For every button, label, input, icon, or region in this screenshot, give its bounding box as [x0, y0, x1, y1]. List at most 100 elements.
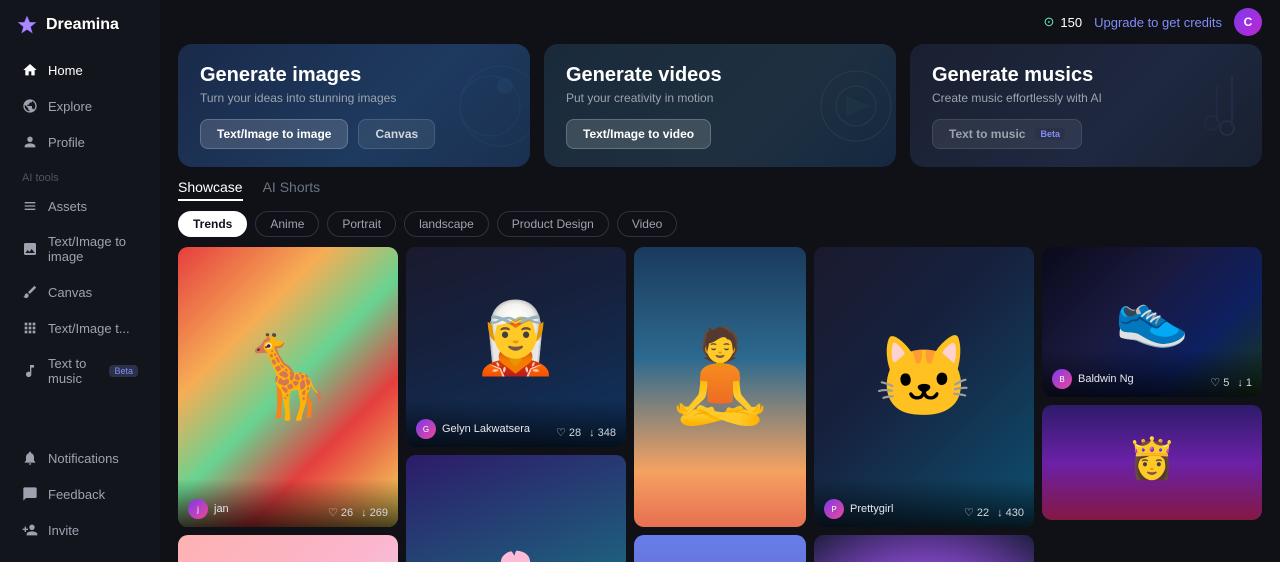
gallery-item-fairy[interactable]: G Gelyn Lakwatsera ♡ 28 ↓ 348: [406, 247, 626, 447]
shoe-likes-count: 5: [1223, 377, 1229, 389]
sidebar-label-canvas: Canvas: [48, 285, 92, 300]
cat-overlay: P Prettygirl ♡ 22 ↓ 430: [814, 479, 1034, 527]
shoe-overlay: B Baldwin Ng ♡ 5 ↓ 1: [1042, 349, 1262, 397]
cat-downloads-count: 430: [1006, 507, 1024, 519]
cat-user: P Prettygirl: [824, 499, 893, 519]
sidebar-label-text-image2: Text/Image t...: [48, 321, 130, 336]
text-to-music-label: Text to music: [949, 127, 1025, 141]
fairy-downloads-count: 348: [598, 427, 616, 439]
cat-username: Prettygirl: [850, 503, 893, 515]
gallery-item-woman[interactable]: [634, 247, 806, 527]
fairy-avatar: G: [416, 419, 436, 439]
cat-avatar: P: [824, 499, 844, 519]
chip-landscape[interactable]: landscape: [404, 211, 489, 237]
cat2-image: [814, 535, 1034, 562]
gallery-item-shoe[interactable]: B Baldwin Ng ♡ 5 ↓ 1: [1042, 247, 1262, 397]
chip-trends[interactable]: Trends: [178, 211, 247, 237]
logo: Dreamina: [0, 14, 160, 52]
princess-image: [1042, 405, 1262, 520]
shoe-stats: ♡ 5 ↓ 1: [1210, 376, 1252, 389]
cat-likes: ♡ 22: [964, 506, 989, 519]
cat-stats: ♡ 22 ↓ 430: [964, 506, 1024, 519]
text-image2-icon: [22, 320, 38, 336]
chip-product-design[interactable]: Product Design: [497, 211, 609, 237]
credits-value: 150: [1060, 15, 1082, 30]
gallery-item-giraffe[interactable]: j jan ♡ 26 ↓ 269: [178, 247, 398, 527]
hero-bg-musics: [1142, 44, 1262, 167]
sidebar-item-assets[interactable]: Assets: [6, 189, 154, 223]
gallery-item-cat[interactable]: P Prettygirl ♡ 22 ↓ 430: [814, 247, 1034, 527]
shoe-likes: ♡ 5: [1210, 376, 1229, 389]
gallery: j jan ♡ 26 ↓ 269: [160, 247, 1280, 562]
chip-portrait[interactable]: Portrait: [327, 211, 396, 237]
sidebar-label-assets: Assets: [48, 199, 87, 214]
chip-video[interactable]: Video: [617, 211, 677, 237]
sidebar-item-explore[interactable]: Explore: [6, 89, 154, 123]
music-beta-badge: Beta: [1035, 128, 1065, 140]
gallery-col-5: B Baldwin Ng ♡ 5 ↓ 1: [1042, 247, 1262, 562]
sidebar: Dreamina Home Explore Profile AI tools: [0, 0, 160, 562]
tools-nav: Assets Text/Image to image Canvas Text/I…: [0, 188, 160, 396]
tabs-row: Showcase AI Shorts: [160, 179, 1280, 211]
text-image-to-image-button[interactable]: Text/Image to image: [200, 119, 348, 149]
credits-display: ⊙ 150: [1043, 14, 1082, 30]
shoe-avatar: B: [1052, 369, 1072, 389]
giraffe-overlay: j jan ♡ 26 ↓ 269: [178, 479, 398, 527]
bell-icon: [22, 450, 38, 466]
app-name: Dreamina: [46, 16, 119, 34]
avatar[interactable]: C: [1234, 8, 1262, 36]
sidebar-item-feedback[interactable]: Feedback: [6, 477, 154, 511]
sidebar-bottom: Notifications Feedback Invite: [0, 440, 160, 548]
sidebar-label-explore: Explore: [48, 99, 92, 114]
sidebar-item-home[interactable]: Home: [6, 53, 154, 87]
music-icon: [22, 363, 38, 379]
text-image-icon: [22, 241, 38, 257]
gallery-item-woman2[interactable]: [634, 535, 806, 562]
tab-showcase[interactable]: Showcase: [178, 179, 243, 201]
text-to-music-button[interactable]: Text to music Beta: [932, 119, 1082, 149]
sidebar-item-text-image[interactable]: Text/Image to image: [6, 225, 154, 273]
invite-icon: [22, 522, 38, 538]
heart-icon3: ♡: [964, 506, 974, 519]
giraffe-stats: ♡ 26 ↓ 269: [328, 506, 388, 519]
giraffe-likes-count: 26: [341, 507, 353, 519]
woman2-image: [634, 535, 806, 562]
gallery-item-princess[interactable]: [1042, 405, 1262, 520]
filter-row: Trends Anime Portrait landscape Product …: [160, 211, 1280, 247]
home-icon: [22, 62, 38, 78]
explore-icon: [22, 98, 38, 114]
sidebar-item-canvas[interactable]: Canvas: [6, 275, 154, 309]
main-content: ⊙ 150 Upgrade to get credits C Generate …: [160, 0, 1280, 562]
tab-ai-shorts[interactable]: AI Shorts: [263, 179, 321, 201]
hero-bg-videos: [776, 44, 896, 167]
sidebar-item-text-image2[interactable]: Text/Image t...: [6, 311, 154, 345]
chip-anime[interactable]: Anime: [255, 211, 319, 237]
gallery-item-cat2[interactable]: [814, 535, 1034, 562]
woman-image: [634, 247, 806, 527]
gallery-item-fairy2[interactable]: [406, 455, 626, 562]
sidebar-label-profile: Profile: [48, 135, 85, 150]
gallery-col-2: G Gelyn Lakwatsera ♡ 28 ↓ 348: [406, 247, 626, 562]
sidebar-item-text-music[interactable]: Text to music Beta: [6, 347, 154, 395]
giraffe2-image: [178, 535, 398, 562]
topbar: ⊙ 150 Upgrade to get credits C: [160, 0, 1280, 44]
text-image-to-video-button[interactable]: Text/Image to video: [566, 119, 711, 149]
cat-downloads: ↓ 430: [997, 507, 1024, 519]
ai-tools-label: AI tools: [0, 160, 160, 188]
sidebar-item-notifications[interactable]: Notifications: [6, 441, 154, 475]
main-nav: Home Explore Profile: [0, 52, 160, 160]
dreamina-logo-icon: [16, 14, 38, 36]
beta-badge: Beta: [109, 365, 138, 377]
gallery-item-giraffe2[interactable]: [178, 535, 398, 562]
feedback-icon: [22, 486, 38, 502]
fairy-overlay: G Gelyn Lakwatsera ♡ 28 ↓ 348: [406, 399, 626, 447]
sidebar-label-feedback: Feedback: [48, 487, 105, 502]
sidebar-item-invite[interactable]: Invite: [6, 513, 154, 547]
giraffe-user: j jan: [188, 499, 229, 519]
upgrade-link[interactable]: Upgrade to get credits: [1094, 15, 1222, 30]
sidebar-label-home: Home: [48, 63, 83, 78]
hero-card-musics: Generate musics Create music effortlessl…: [910, 44, 1262, 167]
hero-card-videos: Generate videos Put your creativity in m…: [544, 44, 896, 167]
sidebar-label-text-image: Text/Image to image: [48, 234, 138, 264]
sidebar-item-profile[interactable]: Profile: [6, 125, 154, 159]
